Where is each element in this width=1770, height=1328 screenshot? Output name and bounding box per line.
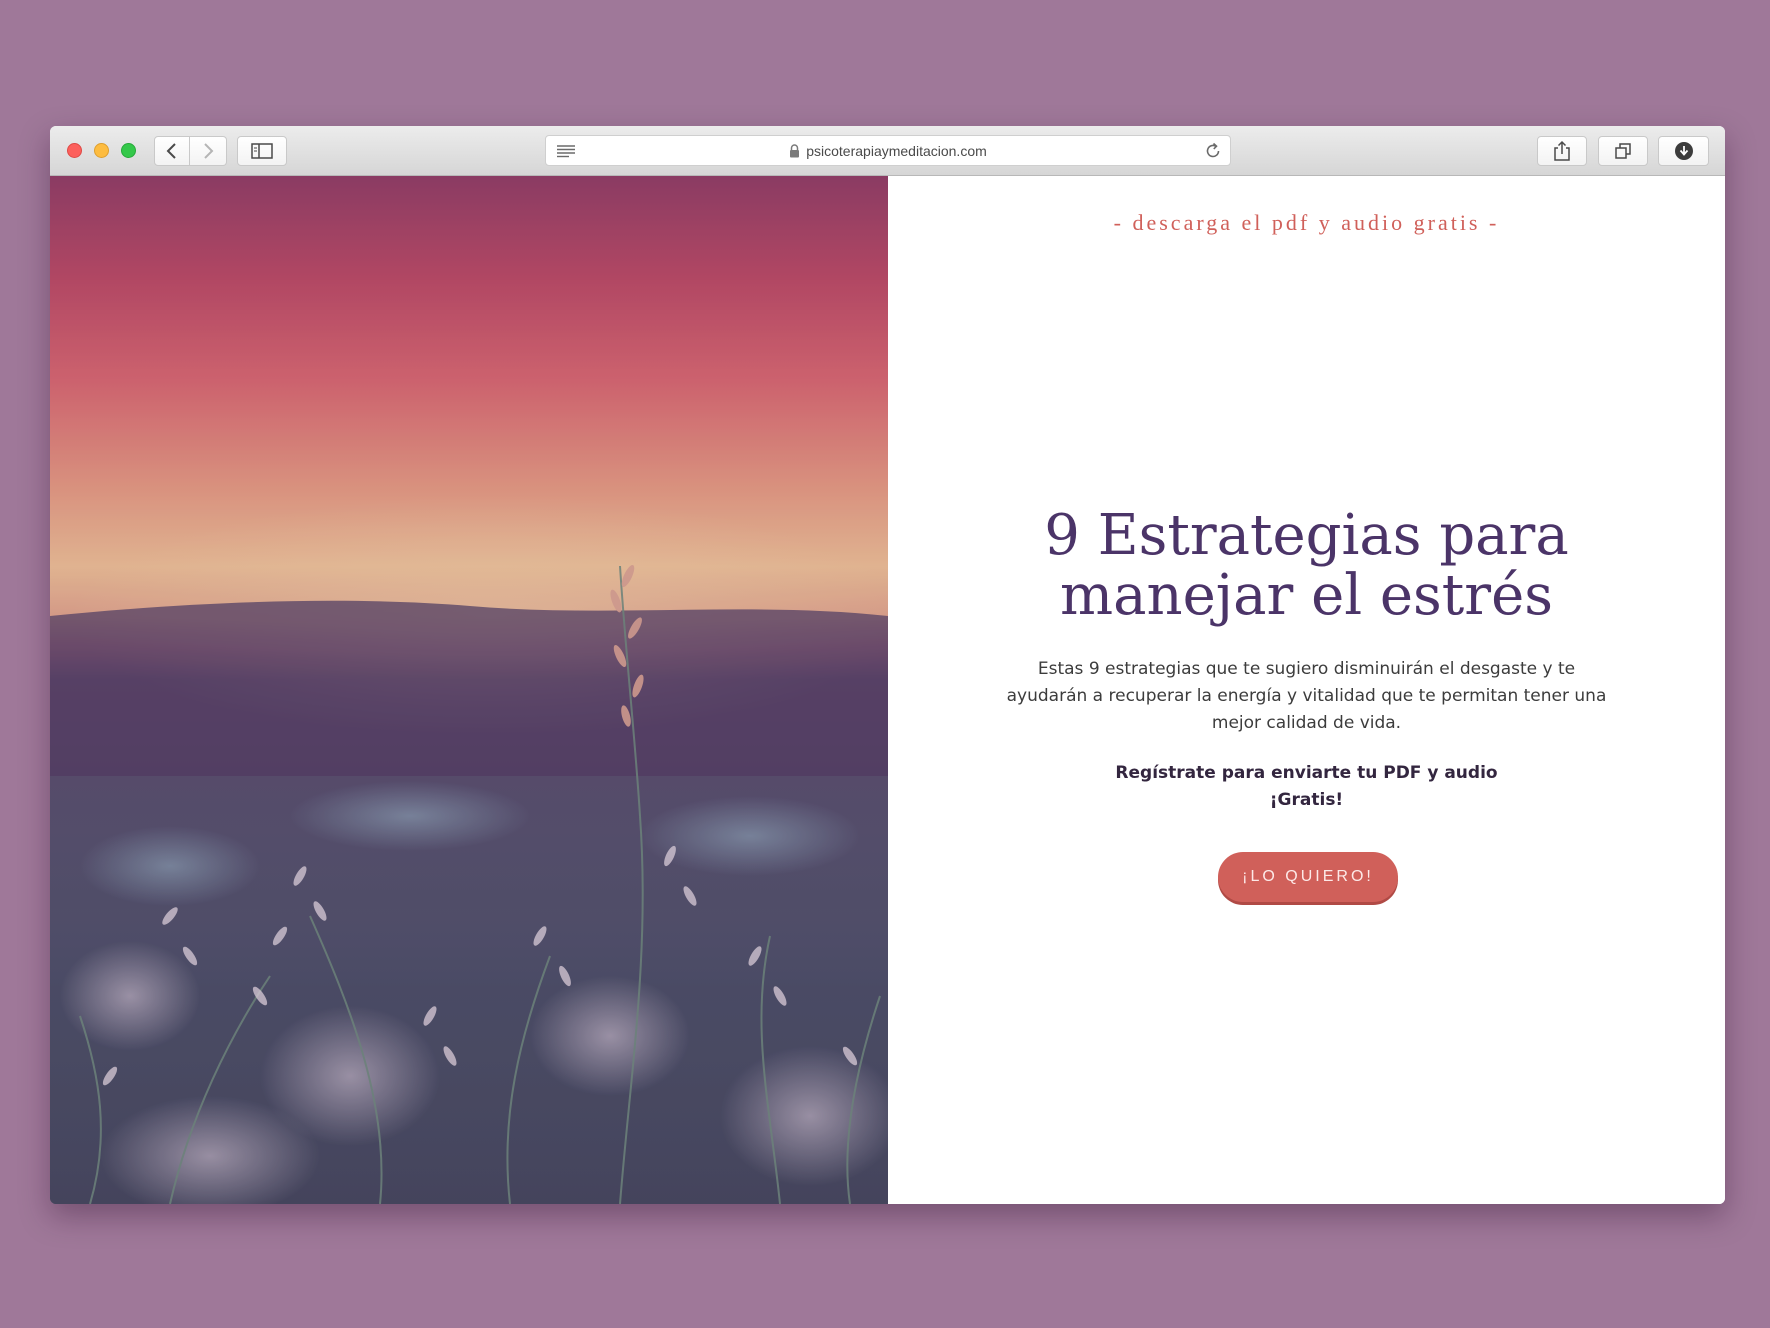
back-button[interactable] (154, 136, 190, 166)
tabs-button[interactable] (1598, 136, 1648, 166)
browser-window: psicoterapiaymeditacion.com - descarga e… (50, 126, 1725, 1204)
cta-line-1: Regístrate para enviarte tu PDF y audio (1115, 763, 1498, 783)
description-text: Estas 9 estrategias que te sugiero dismi… (978, 656, 1635, 737)
chevron-right-icon (204, 143, 214, 159)
description-line-1: Estas 9 estrategias que te sugiero dismi… (1037, 659, 1576, 679)
reload-icon[interactable] (1204, 142, 1222, 160)
address-bar[interactable]: psicoterapiaymeditacion.com (545, 135, 1231, 166)
lo-quiero-button[interactable]: ¡LO QUIERO! (1218, 852, 1398, 902)
description-line-3: mejor calidad de vida. (1211, 713, 1402, 733)
browser-toolbar: psicoterapiaymeditacion.com (50, 126, 1725, 176)
hero-photo (50, 176, 888, 1204)
sunset-field-image (50, 176, 888, 1204)
cta-line-2: ¡Gratis! (1269, 790, 1344, 810)
eyebrow-text: - descarga el pdf y audio gratis - (1113, 210, 1500, 235)
headline-line-2: manejar el estrés (1060, 563, 1553, 628)
share-icon (1554, 140, 1570, 161)
content-panel: - descarga el pdf y audio gratis - 9 Est… (888, 176, 1725, 1204)
page-title: 9 Estrategias para manejar el estrés (948, 506, 1665, 626)
minimize-window-button[interactable] (94, 143, 109, 158)
cta-text: Regístrate para enviarte tu PDF y audio … (1098, 760, 1515, 814)
chevron-left-icon (166, 143, 176, 159)
tabs-icon (1615, 143, 1631, 159)
share-button[interactable] (1537, 136, 1587, 166)
zoom-window-button[interactable] (121, 143, 136, 158)
headline-line-1: 9 Estrategias para (1044, 503, 1569, 568)
description-line-2: ayudarán a recuperar la energía y vitali… (1006, 686, 1607, 706)
url-text: psicoterapiaymeditacion.com (806, 142, 987, 159)
close-window-button[interactable] (67, 143, 82, 158)
sidebar-icon (251, 143, 273, 159)
sidebar-button[interactable] (237, 136, 287, 166)
lock-icon (790, 143, 800, 157)
page-content: - descarga el pdf y audio gratis - 9 Est… (50, 176, 1725, 1204)
downloads-button[interactable] (1658, 136, 1709, 166)
download-icon (1674, 142, 1693, 160)
url-display[interactable]: psicoterapiaymeditacion.com (546, 136, 1230, 165)
forward-button[interactable] (190, 136, 227, 166)
